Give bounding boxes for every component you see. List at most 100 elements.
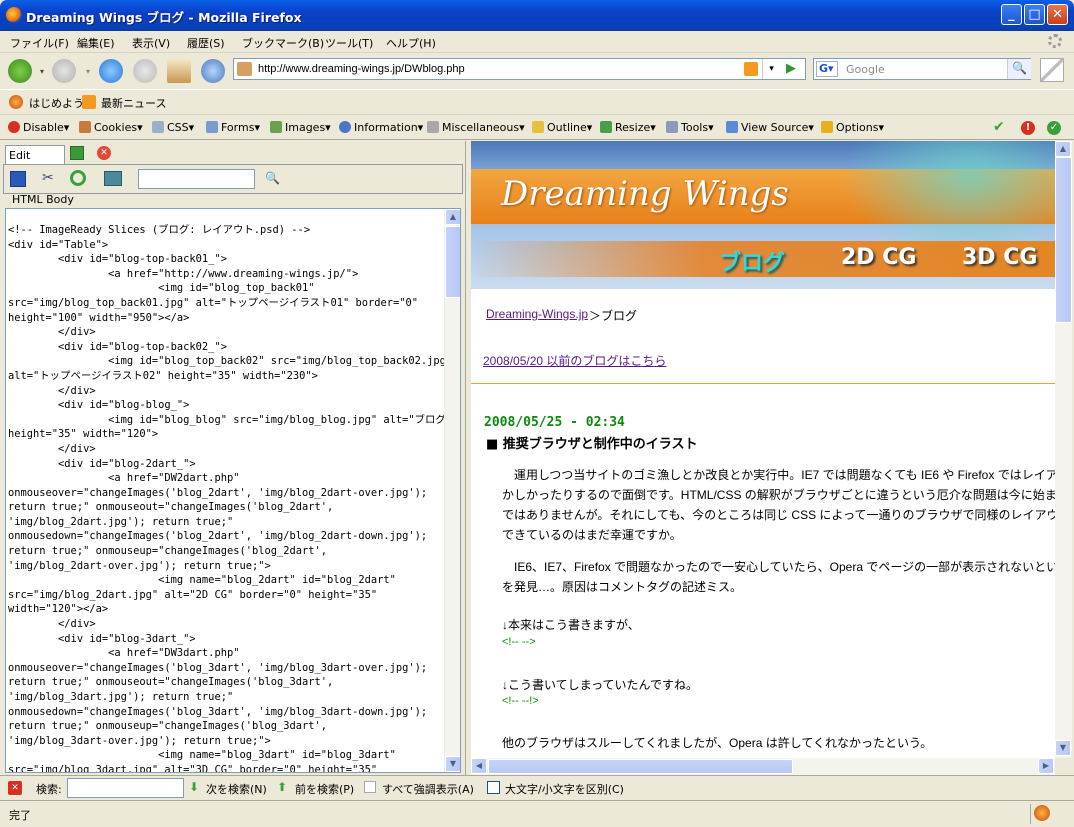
go-icon[interactable]: ▶ [786,61,796,76]
wd-view-source[interactable]: View Source▾ [726,121,814,134]
wd-information[interactable]: Information▾ [339,121,423,134]
find-input[interactable] [67,778,184,798]
wd-forms[interactable]: Forms▾ [206,121,260,134]
refresh-icon[interactable] [70,170,86,186]
wd-css[interactable]: CSS▾ [152,121,194,134]
highlight-all-button[interactable]: すべて強調表示(A) [382,781,474,797]
nav-2d-cg[interactable]: 2D CG [841,245,916,270]
find-icon[interactable]: 🔍 [265,171,280,185]
divider [471,383,1055,384]
error-icon[interactable]: ! [1021,121,1035,135]
images-icon [270,121,282,133]
back-dropdown-icon[interactable]: ▾ [40,67,44,76]
post-paragraph-1-line-3: ではありませんが。それにしても、今のところは同じ CSS によって一通りのブラウ… [502,508,1055,522]
nav-3d-cg[interactable]: 3D CG [962,245,1037,270]
highlight-icon [364,781,376,793]
page-vertical-scrollbar[interactable]: ▲ ▼ [1055,141,1072,758]
page-content: Dreaming Wings ブログ 2D CG 3D CG Dreaming-… [471,141,1055,758]
cookies-icon [79,121,91,133]
html-code-text[interactable]: <!-- ImageReady Slices (ブログ: レイアウト.psd) … [8,223,452,772]
html-code-editor[interactable]: <!-- ImageReady Slices (ブログ: レイアウト.psd) … [5,208,461,773]
back-icon[interactable] [8,59,32,83]
find-next-button[interactable]: 次を検索(N) [206,781,267,797]
wd-information-label: Information▾ [354,121,424,134]
page-horizontal-thumb[interactable] [488,759,793,774]
search-icon[interactable]: 🔍 [1007,59,1031,79]
code-scroll-down-icon[interactable]: ▼ [445,756,460,772]
valid-check-icon[interactable]: ✔ [993,119,1005,135]
cut-icon[interactable]: ✂ [42,170,54,186]
wd-images[interactable]: Images▾ [270,121,331,134]
close-button[interactable]: ✕ [1047,4,1068,25]
post-title: ■ 推奨ブラウザと制作中のイラスト [486,437,698,452]
menu-tools[interactable]: ツール(T) [325,35,373,51]
find-prev-button[interactable]: 前を検索(P) [295,781,354,797]
menu-help[interactable]: ヘルプ(H) [386,35,436,51]
url-dropdown-icon[interactable]: ▾ [762,59,780,79]
menu-bookmarks[interactable]: ブックマーク(B) [242,35,324,51]
url-text: http://www.dreaming-wings.jp/DWblog.php [258,63,465,75]
outline-icon [532,121,544,133]
bookmark-getting-started[interactable]: はじめよう [29,95,84,111]
apply-icon[interactable] [70,146,84,160]
wd-outline[interactable]: Outline▾ [532,121,592,134]
preview-icon[interactable] [104,171,122,186]
throbber-icon [1048,34,1062,48]
close-panel-icon[interactable]: ✕ [97,146,111,160]
wd-resize[interactable]: Resize▾ [600,121,656,134]
google-engine-icon[interactable]: G▾ [816,61,838,77]
url-bar[interactable]: http://www.dreaming-wings.jp/DWblog.php … [233,58,806,80]
site-logo[interactable]: Dreaming Wings [501,174,789,214]
wd-cookies[interactable]: Cookies▾ [79,121,143,134]
status-ok-icon[interactable]: ✓ [1047,121,1061,135]
save-icon[interactable] [10,171,26,187]
forward-icon[interactable] [52,59,76,83]
globe-icon[interactable] [201,59,225,83]
find-close-icon[interactable]: ✕ [8,781,22,795]
page-scroll-up-icon[interactable]: ▲ [1055,141,1071,157]
maximize-button[interactable]: □ [1024,4,1045,25]
firefox-icon [6,7,22,23]
options-icon [821,121,833,133]
nav-blog[interactable]: ブログ [719,245,785,277]
status-firefox-icon[interactable] [1034,805,1050,821]
page-scroll-thumb[interactable] [1055,157,1072,323]
reload-icon[interactable] [99,59,123,83]
wd-options[interactable]: Options▾ [821,121,884,134]
match-case-label: 大文字/小文字を区別(C) [505,783,624,796]
wd-disable[interactable]: Disable▾ [8,121,69,134]
edit-html-search-input[interactable] [138,169,255,189]
stop-icon[interactable] [133,59,157,83]
page-scroll-down-icon[interactable]: ▼ [1055,740,1071,756]
page-scroll-left-icon[interactable]: ◀ [471,758,487,774]
post-code-wrong: <!-- --!> [502,695,539,707]
menu-file[interactable]: ファイル(F) [10,35,69,51]
breadcrumb-home-link[interactable]: Dreaming-Wings.jp [486,307,588,321]
menu-history[interactable]: 履歴(S) [187,35,225,51]
wd-miscellaneous-label: Miscellaneous▾ [442,121,525,134]
menu-bar: ファイル(F) 編集(E) 表示(V) 履歴(S) ブックマーク(B) ツール(… [0,31,1074,53]
home-icon[interactable] [167,59,191,83]
window-title: Dreaming Wings ブログ - Mozilla Firefox [26,10,302,25]
grid-icon[interactable] [1040,58,1064,82]
status-text: 完了 [9,809,31,822]
code-scroll-thumb[interactable] [445,226,460,298]
rss-icon[interactable] [744,62,758,76]
menu-view[interactable]: 表示(V) [132,35,170,51]
menu-edit[interactable]: 編集(E) [77,35,115,51]
wd-tools[interactable]: Tools▾ [666,121,714,134]
archive-link[interactable]: 2008/05/20 以前のブログはこちら [483,352,666,369]
wd-css-label: CSS▾ [167,121,195,134]
wd-miscellaneous[interactable]: Miscellaneous▾ [427,121,525,134]
code-vertical-scrollbar[interactable]: ▲ ▼ [444,209,460,772]
page-scroll-right-icon[interactable]: ▶ [1038,758,1054,774]
forward-dropdown-icon[interactable]: ▾ [86,67,90,76]
match-case-checkbox[interactable] [487,781,500,794]
bookmark-latest-news[interactable]: 最新ニュース [101,95,166,111]
code-scroll-up-icon[interactable]: ▲ [445,209,460,225]
status-bar: 完了 [0,800,1074,827]
tab-edit-html[interactable]: Edit HTML [5,145,65,175]
search-bar[interactable]: G▾ Google 🔍 [813,58,1031,80]
minimize-button[interactable]: _ [1001,4,1022,25]
wd-disable-label: Disable▾ [23,121,70,134]
